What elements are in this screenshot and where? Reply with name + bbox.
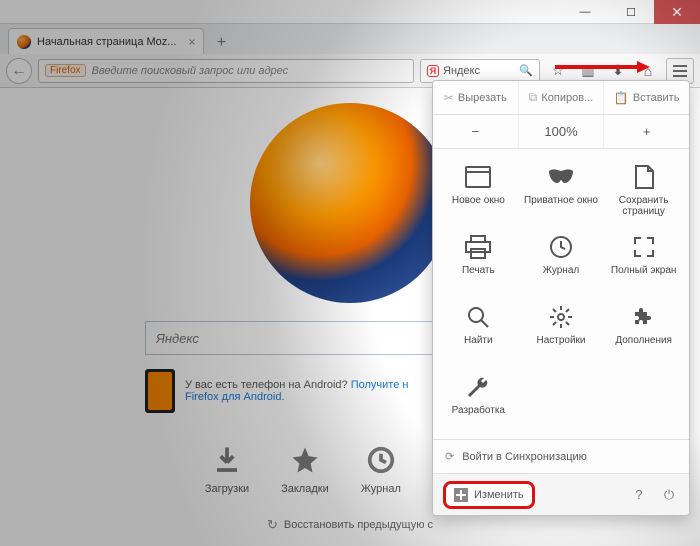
menu-label: Найти — [464, 335, 493, 346]
menu-bottom-bar: Изменить ? ⏻ — [433, 473, 689, 515]
app-menu-panel: ✂ Вырезать ⧉Копиров... 📋 Вставить − 100% +… — [432, 80, 690, 516]
mask-icon — [546, 163, 576, 191]
firefox-logo-icon — [250, 103, 450, 303]
menu-label: Настройки — [536, 335, 585, 346]
search-icon[interactable]: 🔍 — [519, 64, 533, 77]
customize-label: Изменить — [474, 489, 524, 501]
zoom-row: − 100% + — [433, 115, 689, 149]
address-bar[interactable]: Firefox Введите поисковый запрос или адр… — [38, 59, 414, 83]
window-maximize-button[interactable]: ☐ — [608, 0, 654, 24]
star-icon — [288, 443, 322, 477]
help-button[interactable]: ? — [629, 487, 649, 502]
paste-button[interactable]: 📋 Вставить — [604, 81, 689, 114]
copy-label: Копиров... — [541, 92, 593, 104]
restore-label: Восстановить предыдущую с — [284, 519, 433, 531]
quick-label: Журнал — [361, 483, 401, 495]
restore-session[interactable]: ↻ Восстановить предыдущую с — [267, 517, 433, 533]
window-icon — [463, 163, 493, 191]
tab-title: Начальная страница Moz... — [37, 36, 176, 48]
plus-icon — [454, 488, 468, 502]
paste-icon: 📋 — [614, 91, 629, 105]
power-button[interactable]: ⏻ — [659, 487, 679, 503]
restore-icon: ↻ — [267, 517, 278, 533]
menu-settings[interactable]: Настройки — [520, 297, 603, 365]
menu-label: Журнал — [543, 265, 580, 276]
window-titlebar: — ☐ ✕ — [0, 0, 700, 24]
yandex-icon: Я — [427, 65, 439, 77]
sync-label: Войти в Синхронизацию — [462, 451, 587, 463]
copy-icon: ⧉ — [529, 90, 538, 105]
firefox-badge: Firefox — [45, 64, 86, 77]
menu-find[interactable]: Найти — [437, 297, 520, 365]
search-bar[interactable]: Я Яндекс 🔍 — [420, 59, 540, 83]
download-arrow-icon — [210, 443, 244, 477]
printer-icon — [463, 233, 493, 261]
menu-grid: Новое окно Приватное окно Сохранить стра… — [433, 149, 689, 439]
quick-bookmarks[interactable]: Закладки — [281, 443, 329, 495]
menu-label: Полный экран — [611, 265, 677, 276]
menu-history[interactable]: Журнал — [520, 227, 603, 295]
paste-label: Вставить — [633, 92, 680, 104]
android-link[interactable]: Получите н — [351, 379, 409, 391]
tab-close-icon[interactable]: × — [188, 35, 195, 49]
tab-strip: Начальная страница Moz... × + — [0, 24, 700, 54]
menu-save-page[interactable]: Сохранить страницу — [602, 157, 685, 225]
back-button[interactable]: ← — [6, 58, 32, 84]
wrench-icon — [463, 373, 493, 401]
tab-active[interactable]: Начальная страница Moz... × — [8, 28, 204, 54]
menu-new-window[interactable]: Новое окно — [437, 157, 520, 225]
android-link-2[interactable]: Firefox для Android — [185, 391, 281, 403]
magnifier-icon — [463, 303, 493, 331]
menu-addons[interactable]: Дополнения — [602, 297, 685, 365]
zoom-out-button[interactable]: − — [433, 115, 519, 148]
menu-label: Приватное окно — [524, 195, 598, 206]
quick-label: Загрузки — [205, 483, 249, 495]
cut-icon: ✂ — [444, 91, 454, 105]
bookmark-star-icon[interactable]: ☆ — [546, 59, 570, 83]
zoom-level: 100% — [519, 115, 605, 148]
clock-icon — [364, 443, 398, 477]
edit-row: ✂ Вырезать ⧉Копиров... 📋 Вставить — [433, 81, 689, 115]
android-phone-icon — [145, 369, 175, 413]
menu-sync[interactable]: ⟳ Войти в Синхронизацию — [433, 439, 689, 473]
menu-label: Печать — [462, 265, 495, 276]
library-icon[interactable]: ▥ — [576, 59, 600, 83]
window-close-button[interactable]: ✕ — [654, 0, 700, 24]
clock-icon — [546, 233, 576, 261]
puzzle-icon — [629, 303, 659, 331]
menu-label: Новое окно — [452, 195, 505, 206]
gear-icon — [546, 303, 576, 331]
new-tab-button[interactable]: + — [210, 32, 232, 54]
android-question: У вас есть телефон на Android? — [185, 379, 348, 391]
quick-downloads[interactable]: Загрузки — [205, 443, 249, 495]
menu-developer[interactable]: Разработка — [437, 367, 520, 435]
window-minimize-button[interactable]: — — [562, 0, 608, 24]
sync-icon: ⟳ — [445, 450, 454, 463]
quick-history[interactable]: Журнал — [361, 443, 401, 495]
copy-button[interactable]: ⧉Копиров... — [519, 81, 605, 114]
zoom-in-button[interactable]: + — [604, 115, 689, 148]
downloads-icon[interactable]: ⬇ — [606, 59, 630, 83]
menu-private-window[interactable]: Приватное окно — [520, 157, 603, 225]
menu-fullscreen[interactable]: Полный экран — [602, 227, 685, 295]
menu-print[interactable]: Печать — [437, 227, 520, 295]
cut-button[interactable]: ✂ Вырезать — [433, 81, 519, 114]
customize-button[interactable]: Изменить — [443, 481, 535, 509]
quick-label: Закладки — [281, 483, 329, 495]
search-engine-label: Яндекс — [443, 65, 480, 77]
cut-label: Вырезать — [458, 92, 507, 104]
firefox-favicon-icon — [17, 35, 31, 49]
address-placeholder: Введите поисковый запрос или адрес — [92, 65, 289, 77]
home-icon[interactable]: ⌂ — [636, 59, 660, 83]
page-icon — [629, 163, 659, 191]
menu-label: Сохранить страницу — [604, 195, 683, 217]
fullscreen-icon — [629, 233, 659, 261]
menu-label: Дополнения — [615, 335, 672, 346]
menu-label: Разработка — [452, 405, 505, 416]
